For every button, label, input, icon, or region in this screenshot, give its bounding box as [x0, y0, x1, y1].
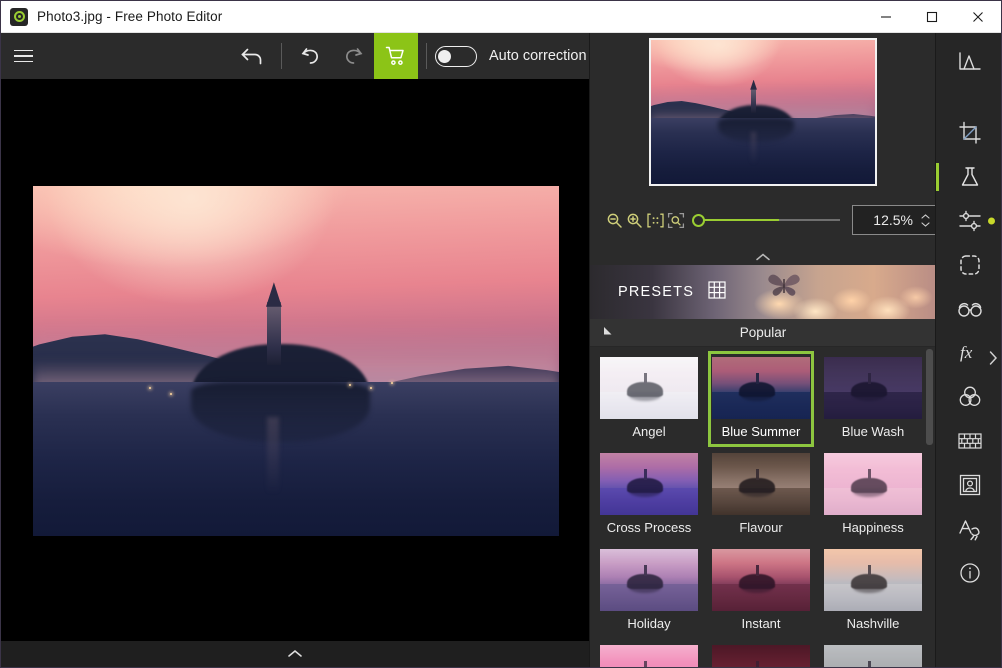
preset-thumbnail: [824, 549, 922, 611]
cart-button[interactable]: [374, 33, 418, 79]
redo-button[interactable]: [332, 33, 374, 79]
navigator-collapse-chevron-icon[interactable]: [590, 249, 935, 265]
preset-scrollbar[interactable]: [926, 349, 933, 665]
zoom-in-icon[interactable]: [624, 205, 644, 235]
preset-list[interactable]: Angel Blue Summer Blue Wash Cross Process Fl…: [590, 347, 935, 667]
toolbar-divider-2: [426, 43, 427, 69]
canvas-expand-chevron-icon[interactable]: [287, 645, 303, 663]
preset-label: Holiday: [627, 616, 671, 631]
selection-icon[interactable]: [936, 243, 1001, 287]
preset-thumbnail: [600, 357, 698, 419]
preset-item[interactable]: [708, 639, 814, 667]
preset-item[interactable]: Holiday: [596, 543, 702, 639]
preset-thumbnail: [712, 645, 810, 667]
preset-thumbnail: [824, 453, 922, 515]
texture-icon[interactable]: [936, 419, 1001, 463]
maximize-button[interactable]: [909, 1, 955, 33]
preset-item[interactable]: Instant: [708, 543, 814, 639]
preset-label: Blue Summer: [721, 424, 801, 439]
preset-item[interactable]: Angel: [596, 351, 702, 447]
main-toolbar: Auto correction: [1, 33, 589, 79]
preset-grid: Angel Blue Summer Blue Wash Cross Process Fl…: [590, 347, 935, 667]
preset-thumbnail: [600, 549, 698, 611]
text-icon[interactable]: [936, 507, 1001, 551]
auto-correction-toggle[interactable]: [435, 45, 477, 67]
app-icon: [10, 7, 28, 26]
zoom-slider[interactable]: [691, 212, 841, 228]
image-canvas[interactable]: [1, 79, 589, 641]
grid-icon[interactable]: [708, 280, 726, 304]
preset-item[interactable]: Blue Wash: [820, 351, 926, 447]
preset-item[interactable]: Flavour: [708, 447, 814, 543]
tool-rail: fx: [935, 33, 1001, 667]
preset-item[interactable]: [596, 639, 702, 667]
category-collapse-icon[interactable]: [602, 324, 614, 342]
preset-thumbnail: [824, 357, 922, 419]
preset-thumbnail: [824, 645, 922, 667]
zoom-out-icon[interactable]: [604, 205, 624, 235]
preset-item[interactable]: Blue Summer: [708, 351, 814, 447]
zoom-slider-fill: [699, 218, 780, 222]
butterfly-icon: [768, 274, 800, 296]
fit-to-screen-icon[interactable]: [665, 205, 685, 235]
presets-title: PRESETS: [618, 284, 695, 300]
zoom-stepper-arrows[interactable]: [919, 213, 935, 227]
reset-button[interactable]: [231, 33, 273, 79]
actual-size-icon[interactable]: [645, 205, 665, 235]
photo-editor-window: Photo3.jpg - Free Photo Editor Auto corr…: [0, 0, 1002, 668]
presets-banner: PRESETS: [590, 265, 935, 319]
right-panel: 12.5% PRESETS Popular Angel Blue Summer …: [589, 33, 935, 667]
preset-item[interactable]: [820, 639, 926, 667]
adjustments-indicator-dot: [988, 217, 995, 225]
preset-thumbnail: [600, 453, 698, 515]
close-button[interactable]: [955, 1, 1001, 33]
preset-label: Nashville: [846, 616, 900, 631]
edited-photo: [33, 186, 559, 536]
zoom-slider-handle[interactable]: [691, 213, 705, 227]
minimize-button[interactable]: [863, 1, 909, 33]
menu-icon[interactable]: [1, 33, 45, 79]
undo-button[interactable]: [290, 33, 332, 79]
preset-thumbnail: [712, 453, 810, 515]
preset-label: Happiness: [842, 520, 904, 535]
preset-label: Flavour: [739, 520, 783, 535]
retouch-icon[interactable]: [936, 287, 1001, 331]
color-mixer-icon[interactable]: [936, 375, 1001, 419]
navigator-thumbnail: [649, 38, 877, 186]
info-icon[interactable]: [936, 551, 1001, 595]
title-bar: Photo3.jpg - Free Photo Editor: [1, 1, 1001, 33]
preset-label: Instant: [741, 616, 781, 631]
preset-scrollbar-thumb[interactable]: [926, 349, 933, 445]
crop-icon[interactable]: [936, 111, 1001, 155]
canvas-bottom-bar: [1, 641, 589, 667]
preset-label: Blue Wash: [841, 424, 905, 439]
frame-icon[interactable]: [936, 463, 1001, 507]
flask-icon[interactable]: [936, 155, 1001, 199]
preset-thumbnail: [712, 357, 810, 419]
zoom-value: 12.5%: [873, 212, 913, 228]
preset-item[interactable]: Nashville: [820, 543, 926, 639]
navigator-preview[interactable]: [590, 33, 935, 191]
preset-item[interactable]: Cross Process: [596, 447, 702, 543]
preset-thumbnail: [600, 645, 698, 667]
sliders-icon[interactable]: [936, 199, 1001, 243]
preset-label: Cross Process: [606, 520, 692, 535]
zoom-toolbar: 12.5%: [590, 191, 935, 249]
preset-thumbnail: [712, 549, 810, 611]
window-controls: [863, 1, 1001, 33]
zoom-value-spinner[interactable]: 12.5%: [852, 205, 935, 235]
preset-item[interactable]: Happiness: [820, 447, 926, 543]
preset-category-header[interactable]: Popular: [590, 319, 935, 347]
window-title: Photo3.jpg - Free Photo Editor: [37, 9, 223, 24]
auto-correction-label: Auto correction: [489, 48, 587, 64]
histogram-icon[interactable]: [936, 39, 1001, 83]
preset-label: Angel: [632, 424, 666, 439]
category-title: Popular: [739, 325, 787, 340]
rail-expand-chevron-icon[interactable]: [936, 343, 1001, 373]
toolbar-divider-1: [281, 43, 282, 69]
